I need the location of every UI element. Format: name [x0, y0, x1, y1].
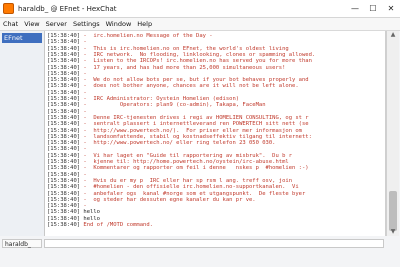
- scroll-down-icon[interactable]: ▼: [387, 228, 399, 236]
- chat-message: - Operators: plan9 (co-admin), Takapa, F…: [80, 102, 266, 109]
- menu-server[interactable]: Server: [46, 20, 67, 28]
- chat-timestamp: [15:38:40]: [47, 222, 81, 228]
- chat-line: [15:38:40] End of /MOTD command.: [47, 221, 153, 229]
- scrollbar-thumb[interactable]: [389, 191, 397, 231]
- chat-message: End of /MOTD command.: [80, 222, 153, 228]
- input-row: haraldb_: [0, 238, 400, 250]
- menu-settings[interactable]: Settings: [73, 20, 100, 28]
- hexchat-window: haraldb_ @ EFnet - HexChat — ☐ ✕ Chat Vi…: [0, 0, 400, 267]
- chat-message: - og steder har dessuten egne kanaler du…: [80, 196, 256, 203]
- chat-message: - does not bother anyone, chances are it…: [80, 83, 299, 90]
- chat-scrollbar[interactable]: ▲ ▼: [386, 31, 399, 236]
- chat-message: - Kommentarer og rapporter om feil i den…: [80, 165, 309, 172]
- sidebar-item-efnet[interactable]: EFnet: [2, 33, 42, 43]
- chat-message: - 17 years, and has had more than 25,000…: [80, 64, 286, 71]
- hexchat-app-icon: [3, 3, 14, 14]
- window-title: haraldb_ @ EFnet - HexChat: [18, 4, 117, 13]
- channel-tree: EFnet: [0, 31, 45, 236]
- title-bar: haraldb_ @ EFnet - HexChat — ☐ ✕: [0, 0, 400, 18]
- nick-button[interactable]: haraldb_: [2, 239, 42, 248]
- close-button[interactable]: ✕: [382, 0, 400, 17]
- chat-log: [15:38:40] - irc.homelien.no Message of …: [45, 31, 386, 236]
- message-input[interactable]: [44, 239, 384, 248]
- chat-message: - irc.homelien.no Message of the Day -: [80, 33, 213, 39]
- menu-bar: Chat View Server Settings Window Help: [0, 18, 400, 31]
- scroll-up-icon[interactable]: ▲: [387, 31, 399, 39]
- menu-help[interactable]: Help: [137, 20, 152, 28]
- minimize-button[interactable]: —: [346, 0, 364, 17]
- chat-message: - http://www.powertech.no/ eller ring te…: [80, 140, 276, 147]
- menu-window[interactable]: Window: [106, 20, 132, 28]
- menu-chat[interactable]: Chat: [3, 20, 18, 28]
- menu-view[interactable]: View: [24, 20, 39, 28]
- maximize-button[interactable]: ☐: [364, 0, 382, 17]
